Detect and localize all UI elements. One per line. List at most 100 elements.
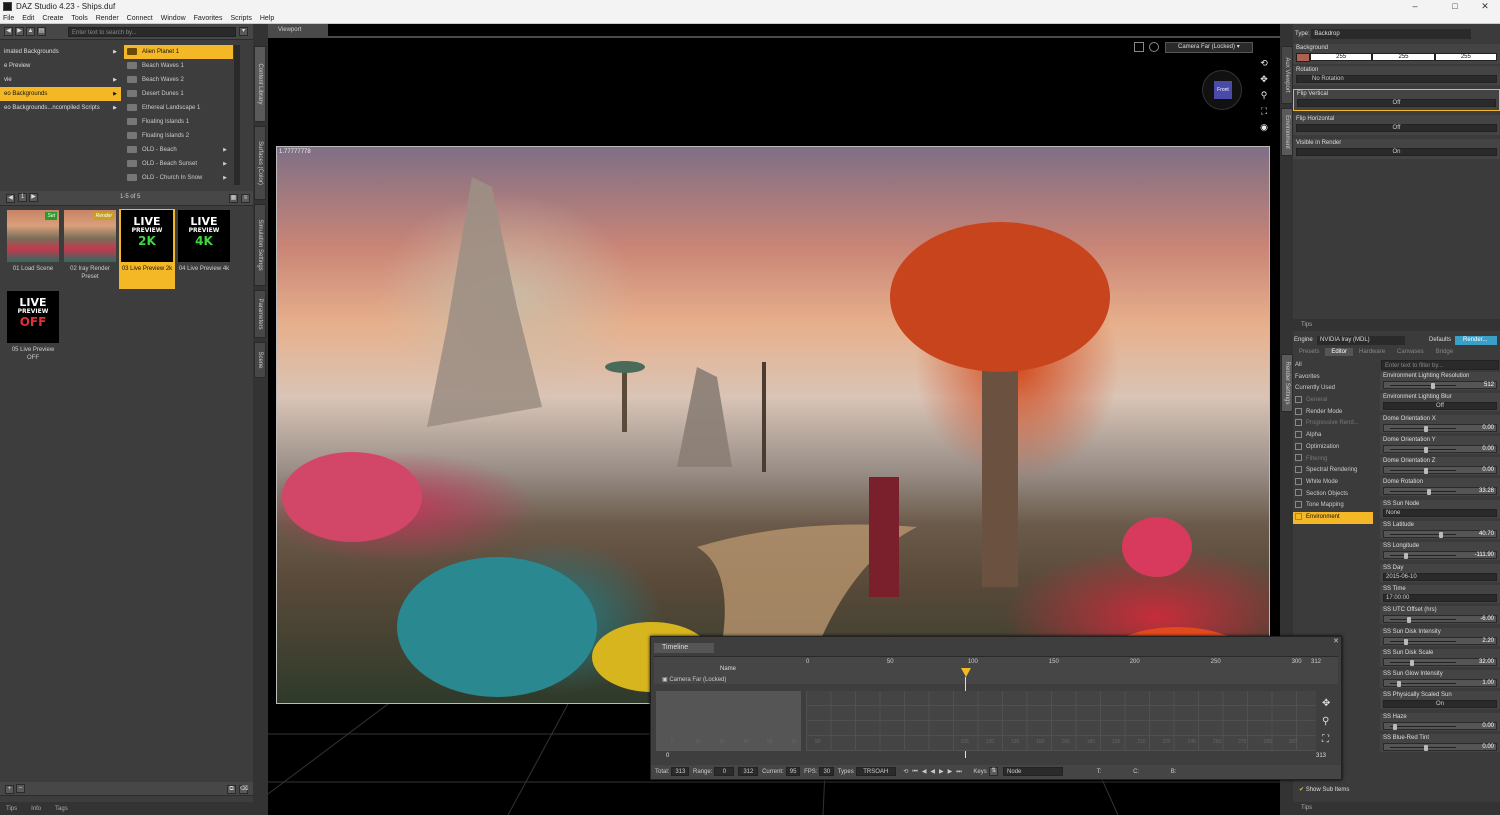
property-slider[interactable]: 0.00 [1383,444,1497,453]
tab-presets[interactable]: Presets [1293,348,1325,356]
color-swatch[interactable] [1296,53,1310,62]
range-end-field[interactable]: 312 [738,766,759,776]
category-environment[interactable]: Environment [1293,511,1373,524]
tab-scene[interactable]: Scene [254,342,266,378]
pan-icon[interactable]: ✥ [1322,695,1330,713]
property-slider[interactable]: 0.00 [1383,721,1497,730]
slider-knob[interactable] [1430,383,1435,389]
forward-icon[interactable]: ▶ [15,27,24,36]
slider-knob[interactable] [1424,468,1428,475]
library-item-selected[interactable]: LIVE PREVIEW 2K 03 Live Preview 2k [119,209,175,289]
viewport-tab[interactable]: Viewport [268,24,328,36]
property-slider[interactable]: -6.00 [1383,615,1497,624]
slider-knob[interactable] [1424,446,1428,453]
camera-selector[interactable]: Camera Far (Locked) ▾ [1165,42,1253,53]
view-cube[interactable]: Front [1202,70,1242,110]
folder-item[interactable]: Floating Islands 2 [124,129,233,143]
tab-tips[interactable]: Tips [6,806,17,812]
show-sub-items[interactable]: ✔ Show Sub Items [1293,784,1375,796]
slider-knob[interactable] [1403,638,1408,645]
library-search-input[interactable]: Enter text to search by... [68,27,236,37]
search-options-icon[interactable]: ▾ [239,27,248,36]
tab-parameters[interactable]: Parameters [254,290,266,338]
next-page-icon[interactable]: ▶ [29,193,38,202]
flip-horizontal-toggle[interactable]: Off [1296,124,1497,132]
zoom-icon[interactable]: ⚲ [1258,90,1270,100]
menu-render[interactable]: Render [96,15,119,22]
tab-render-settings[interactable]: Render Settings [1281,354,1293,412]
playback-controls[interactable]: ⟲⏮◀◀▶▶⏭ [903,769,965,775]
grid-view-icon[interactable]: ▦ [229,194,238,203]
timeline-ruler[interactable]: Name ▣ Camera Far (Locked) [654,656,1338,684]
menu-file[interactable]: File [3,15,14,22]
minimize-button[interactable]: – [1400,0,1430,13]
node-dropdown[interactable]: Node [1003,766,1064,776]
slider-knob[interactable] [1410,659,1415,666]
remove-icon[interactable]: – [16,784,25,793]
tree-item[interactable]: eo Backgrounds...ncompiled Scripts ▶ [0,101,121,115]
environment-tips-tab[interactable]: Tips [1293,319,1500,331]
pan-icon[interactable]: ✥ [1258,74,1270,84]
menu-edit[interactable]: Edit [22,15,34,22]
up-icon[interactable]: ▲ [26,27,35,36]
folder-item[interactable]: OLD - Beach ▶ [124,143,233,157]
slider-knob[interactable] [1424,425,1428,432]
library-item[interactable]: LIVE PREVIEW 4K 04 Live Preview 4k [176,210,232,288]
type-dropdown[interactable]: Backdrop [1311,29,1472,39]
tab-info[interactable]: Info [31,806,41,812]
prev-page-icon[interactable]: ◀ [6,193,15,203]
property-toggle[interactable]: On [1383,700,1497,709]
close-button[interactable]: ✕ [1470,0,1500,13]
library-item[interactable]: Set 01 Load Scene [5,210,61,288]
library-item[interactable]: LIVE PREVIEW OFF 05 Live Preview OFF [5,291,61,369]
tab-content-library[interactable]: Content Library [254,46,266,122]
view-mode-icon[interactable]: ▤ [37,27,46,36]
defaults-button[interactable]: Defaults [1429,335,1451,346]
total-field[interactable]: 313 [671,766,690,776]
list-view-icon[interactable]: ≡ [241,194,250,203]
tab-tags[interactable]: Tags [55,806,68,812]
tree-item-selected[interactable]: eo Backgrounds ▶ [0,87,121,101]
folder-item[interactable]: OLD - Church In Snow ▶ [124,171,233,185]
property-slider[interactable]: -111.90 [1383,551,1497,560]
drawstyle-icon[interactable] [1149,42,1159,52]
property-slider[interactable]: 0.00 [1383,466,1497,475]
frame-icon[interactable]: ⛶ [1258,106,1270,116]
menu-help[interactable]: Help [260,15,274,22]
fps-field[interactable]: 30 [819,766,835,776]
current-frame-field[interactable]: 95 [785,766,801,776]
red-value[interactable]: 255 [1310,53,1373,61]
tab-editor[interactable]: Editor [1325,348,1354,356]
folder-item[interactable]: Beach Waves 2 [124,73,233,87]
category-render-mode[interactable]: Render Mode [1293,407,1373,419]
slider-knob[interactable] [1407,617,1411,624]
folder-item[interactable]: Desert Dunes 1 [124,87,233,101]
folder-item[interactable]: OLD - Beach Sunset ▶ [124,157,233,171]
render-tips-tab[interactable]: Tips [1293,802,1500,815]
frame-icon[interactable]: ⛶ [1322,731,1330,749]
property-slider[interactable]: 40.70 [1383,530,1497,539]
trash-icon[interactable]: ⌫ [239,785,248,794]
category-favorites[interactable]: Favorites [1293,372,1373,384]
category-white-mode[interactable]: White Mode [1293,477,1373,489]
key-options-icon[interactable]: ⇅ [989,766,999,776]
tab-hardware[interactable]: Hardware [1353,348,1391,356]
slider-knob[interactable] [1396,681,1401,688]
property-slider[interactable]: 0.00 [1383,423,1497,432]
menu-connect[interactable]: Connect [127,15,153,22]
slider-knob[interactable] [1393,723,1398,730]
category-filtering[interactable]: Filtering [1293,454,1373,466]
flip-vertical-toggle[interactable]: Off [1297,99,1496,107]
category-alpha[interactable]: Alpha [1293,430,1373,442]
filter-input[interactable]: Enter text to filter by... [1381,360,1499,370]
tab-simulation-settings[interactable]: Simulation Settings [254,204,266,286]
timeline-tab[interactable]: Timeline [654,643,714,653]
tab-environment[interactable]: Environment [1281,108,1293,156]
copy-icon[interactable]: ⧉ [227,785,236,794]
property-toggle[interactable]: Off [1383,402,1497,411]
timeline-panel[interactable]: Timeline ✕ Name ▣ Camera Far (Locked) 0 5… [650,636,1342,780]
property-text-field[interactable]: 2015-06-10 [1383,572,1497,581]
folder-item[interactable]: Beach Waves 1 [124,59,233,73]
folder-scrollbar[interactable] [234,45,240,185]
property-slider[interactable]: 512 [1383,381,1497,389]
